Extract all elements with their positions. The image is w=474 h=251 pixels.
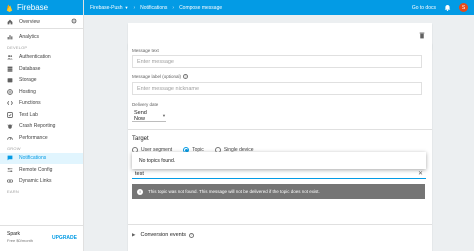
- main-content: Message text Enter message Message label…: [84, 15, 474, 251]
- chevron-right-icon: ›: [172, 4, 175, 11]
- sidebar-item-overview[interactable]: Overview: [0, 15, 83, 29]
- delivery-date-value: Send Now: [134, 109, 147, 122]
- info-icon: i: [137, 188, 143, 195]
- database-icon: [7, 66, 13, 72]
- sidebar-item-crash-reporting[interactable]: Crash Reporting: [0, 121, 83, 133]
- message-label-label: Message label (optional) ?: [132, 74, 189, 79]
- topic-warning-text: This topic was not found. This message w…: [148, 189, 320, 194]
- sidebar-item-functions[interactable]: Functions: [0, 98, 83, 110]
- message-text-input[interactable]: Enter message: [132, 55, 422, 68]
- divider: [128, 224, 432, 225]
- caret-down-icon: ▼: [124, 4, 129, 10]
- chevron-down-icon: ▼: [162, 113, 166, 118]
- analytics-icon: [7, 34, 13, 40]
- top-bar: Firebase-Push ▼ › Notifications › Compose…: [84, 0, 474, 15]
- upgrade-button[interactable]: UPGRADE: [52, 235, 77, 241]
- sidebar-item-label: Analytics: [19, 33, 40, 40]
- sidebar-item-label: Storage: [19, 77, 37, 84]
- sidebar-item-performance[interactable]: Performance: [0, 132, 83, 144]
- no-topics-message: No topics found.: [139, 157, 176, 164]
- breadcrumb-section[interactable]: Notifications: [140, 5, 167, 11]
- topic-input[interactable]: test ✕: [132, 169, 426, 179]
- chat-icon: [7, 155, 13, 161]
- people-icon: [7, 54, 13, 60]
- conversion-events-toggle[interactable]: ▶ Conversion events ?: [132, 232, 195, 238]
- sidebar-item-hosting[interactable]: Hosting: [0, 86, 83, 98]
- topic-warning-banner: i This topic was not found. This message…: [132, 184, 425, 199]
- sidebar-item-test-lab[interactable]: Test Lab: [0, 109, 83, 121]
- sidebar-item-authentication[interactable]: Authentication: [0, 52, 83, 64]
- performance-icon: [7, 135, 13, 141]
- sidebar-item-label: Overview: [19, 18, 40, 25]
- avatar[interactable]: S: [459, 3, 468, 12]
- sidebar-item-label: Test Lab: [19, 111, 38, 118]
- project-name: Firebase-Push: [90, 4, 123, 11]
- sidebar-item-label: Functions: [19, 100, 41, 107]
- plan-panel: Spark Free $0/month UPGRADE: [0, 225, 83, 251]
- delivery-date-select[interactable]: Send Now ▼: [132, 110, 166, 122]
- firebase-logo-icon: [6, 4, 13, 12]
- section-heading-develop: DEVELOP: [7, 44, 28, 50]
- sidebar-item-label: Dynamic Links: [19, 178, 52, 185]
- sidebar: Firebase Overview Analytics DEVELOP Auth…: [0, 0, 84, 251]
- topbar-actions: Go to docs S: [412, 3, 468, 12]
- message-label-text: Message label (optional): [132, 74, 182, 79]
- project-selector[interactable]: Firebase-Push ▼: [90, 5, 128, 11]
- topic-input-value: test: [135, 170, 144, 177]
- sidebar-item-label: Authentication: [19, 54, 51, 61]
- remote-config-icon: [7, 167, 13, 173]
- brand-title: Firebase: [17, 3, 49, 12]
- sidebar-item-label: Remote Config: [19, 166, 53, 173]
- target-heading: Target: [132, 136, 149, 142]
- sidebar-item-label: Hosting: [19, 88, 36, 95]
- caret-right-icon: ▶: [132, 232, 136, 237]
- bell-icon[interactable]: [444, 4, 451, 11]
- section-heading-earn: EARN: [7, 189, 19, 194]
- sidebar-item-label: Notifications: [19, 155, 47, 162]
- help-icon[interactable]: ?: [189, 232, 195, 238]
- storage-icon: [7, 77, 13, 83]
- breadcrumb: Firebase-Push ▼ › Notifications › Compose…: [90, 5, 222, 11]
- sidebar-item-label: Crash Reporting: [19, 123, 56, 130]
- topic-suggestions-dropdown: No topics found.: [132, 152, 426, 169]
- help-icon[interactable]: ?: [183, 74, 189, 79]
- trash-icon[interactable]: [419, 32, 425, 39]
- sidebar-item-remote-config[interactable]: Remote Config: [0, 164, 83, 176]
- sidebar-item-storage[interactable]: Storage: [0, 75, 83, 87]
- chevron-right-icon: ›: [133, 4, 136, 11]
- sidebar-item-label: Database: [19, 65, 41, 72]
- sidebar-item-database[interactable]: Database: [0, 63, 83, 75]
- sidebar-item-dynamic-links[interactable]: Dynamic Links: [0, 176, 83, 188]
- sidebar-item-label: Performance: [19, 134, 48, 141]
- sidebar-item-analytics[interactable]: Analytics: [0, 31, 83, 43]
- test-lab-icon: [7, 111, 13, 118]
- functions-icon: [7, 100, 13, 106]
- hosting-icon: [7, 88, 13, 95]
- breadcrumb-page: Compose message: [179, 4, 223, 11]
- message-text-label: Message text: [132, 48, 159, 53]
- link-icon: [7, 178, 13, 184]
- go-to-docs-link[interactable]: Go to docs: [412, 5, 436, 11]
- message-label-input[interactable]: Enter message nickname: [132, 82, 422, 95]
- crash-icon: [7, 123, 13, 129]
- close-icon[interactable]: ✕: [418, 170, 423, 177]
- divider: [128, 129, 432, 130]
- sidebar-item-notifications[interactable]: Notifications: [0, 152, 83, 164]
- gear-icon[interactable]: [71, 18, 77, 26]
- conversion-events-label: Conversion events: [140, 232, 187, 238]
- delivery-date-label: Delivery date: [132, 102, 159, 107]
- section-heading-grow: GROW: [7, 145, 21, 151]
- brand-bar[interactable]: Firebase: [0, 0, 83, 15]
- home-icon: [7, 19, 13, 25]
